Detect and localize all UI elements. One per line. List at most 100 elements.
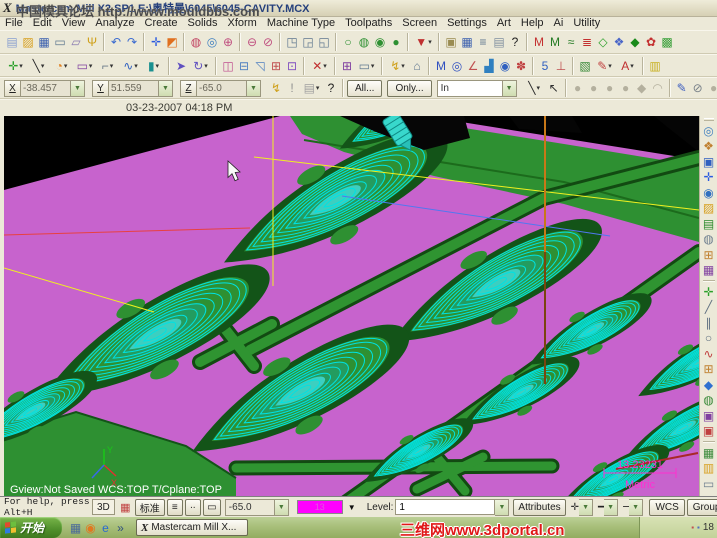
tray-icon-2[interactable]: ▪ [697,523,700,532]
xform-translate-icon[interactable]: ➤ [173,57,189,75]
zoom-previous-icon[interactable]: ⊘ [260,33,276,51]
analyze-chart-icon[interactable]: ▟ [481,57,497,75]
menu-ai[interactable]: Ai [549,17,569,30]
analyze-angle-icon[interactable]: ∠ [465,57,481,75]
run-chook-icon[interactable]: ▣ [443,33,459,51]
pan-icon[interactable]: ✛ [148,33,164,51]
save-icon[interactable]: ▦ [36,33,52,51]
menu-view[interactable]: View [57,17,91,30]
shading-wireframe-icon[interactable]: ○ [340,33,356,51]
analyze-surface-test-icon[interactable]: ✽ [513,57,529,75]
model-canvas[interactable]: Y X Gview:Not Saved WCS:TOP T/Cplane:TOP… [4,116,699,496]
save-some-icon[interactable]: ▦ [459,33,475,51]
create-arc-icon[interactable]: ◔ ▾ [50,57,73,75]
tray-icon-1[interactable]: ▪ [691,523,694,532]
toolpath-wave-icon[interactable]: ≈ [563,33,579,51]
new-file-icon[interactable]: ▤ [4,33,20,51]
zoom-window-icon[interactable]: ◍ [188,33,204,51]
undo-icon[interactable]: ↶ [108,33,124,51]
select-cursor-icon[interactable]: ↖ [546,79,562,97]
level-dropdown-icon[interactable]: ▼ [495,498,510,516]
view-mode-field[interactable]: 3D [92,499,115,515]
utilities-config-icon[interactable]: ⌂ [409,57,425,75]
y-dropdown-icon[interactable]: ▼ [159,79,173,97]
create-letters-icon[interactable]: A ▾ [616,57,639,75]
solid-boolean-icon[interactable]: ▣ [701,424,717,440]
graphics-viewport[interactable]: Y X Gview:Not Saved WCS:TOP T/Cplane:TOP… [4,116,699,496]
screen-combine-icon[interactable]: ▭ ▾ [355,57,378,75]
create-point-icon[interactable]: ✛ ▾ [4,57,27,75]
create-spline-icon[interactable]: ∿ ▾ [119,57,142,75]
sketch-circle-icon[interactable]: ○ [701,331,717,347]
selection-mask-icon[interactable]: ▼ ▾ [412,33,435,51]
z-depth-dropdown-icon[interactable]: ▼ [274,498,289,516]
z-coordinate-field[interactable] [197,79,247,97]
shading-shaded-icon[interactable]: ● [388,33,404,51]
view-window-icon[interactable]: ⊞ [701,247,717,263]
x-coordinate-field[interactable] [21,79,71,97]
more-quick-launch-icon[interactable]: » [113,520,128,536]
menu-help[interactable]: Help [516,17,549,30]
menu-create[interactable]: Create [140,17,183,30]
screen-rect-icon[interactable]: ▭ [202,498,221,516]
create-rectangle-icon[interactable]: ▭ ▾ [73,57,96,75]
origin-points-icon[interactable]: ∙∙ [184,498,201,516]
menu-art[interactable]: Art [492,17,516,30]
print-preview-icon[interactable]: ▱ [68,33,84,51]
menu-edit[interactable]: Edit [28,17,57,30]
title-bar[interactable]: X Mastercam Mill X2 SP1 E:\奥特曼\6045\6045… [0,0,717,17]
xform-rotate-icon[interactable]: ↻ ▾ [189,57,212,75]
y-label-button[interactable]: Y [92,79,109,97]
gview-mouse-1-icon[interactable]: ◳ [284,33,300,51]
gview-mouse-3-icon[interactable]: ◱ [316,33,332,51]
active-color-swatch[interactable]: 13 [296,500,343,514]
analyze-dynamic-icon[interactable]: ◉ [497,57,513,75]
toolbar-grip[interactable] [703,118,714,121]
menu-machine-type[interactable]: Machine Type [262,17,340,30]
create-line-icon[interactable]: ╲ ▾ [27,57,50,75]
toolpath-pocket-icon[interactable]: ◇ [595,33,611,51]
level-manager-icon[interactable]: ▤ [701,216,717,232]
open-level-icon[interactable]: ▨ [701,201,717,217]
media-player-icon[interactable]: ◉ [83,520,98,536]
tool-settings-icon[interactable]: ⊥ [553,57,569,75]
in-selection-field[interactable] [436,79,503,97]
drafting-dimension-icon[interactable]: ✎ ▾ [593,57,616,75]
create-fillet-icon[interactable]: ⌐ ▾ [96,57,119,75]
chain-line-icon[interactable]: ╲ ▾ [523,79,546,97]
sketch-line-icon[interactable]: ╱ [701,300,717,316]
x-label-button[interactable]: X [4,79,21,97]
five-axis-icon[interactable]: 5 [537,57,553,75]
sketch-spline-icon[interactable]: ∿ [701,346,717,362]
toolpath-grid-icon[interactable]: ▦ [701,445,717,461]
xform-offset-icon[interactable]: ⊟ [236,57,252,75]
toolpath-verify-icon[interactable]: ▩ [659,33,675,51]
select-null-icon[interactable]: ⊘ [690,79,706,97]
gview-mouse-2-icon[interactable]: ◲ [300,33,316,51]
surface-net-icon[interactable]: ⊞ [701,362,717,378]
in-dropdown-icon[interactable]: ▼ [502,79,517,97]
fastpoint-icon[interactable]: ↯ [268,79,284,97]
toolpath-drill-icon[interactable]: ≣ [579,33,595,51]
zoom-in-icon[interactable]: ⊕ [220,33,236,51]
create-point-side-icon[interactable]: ✛ [701,284,717,300]
create-solid-primitive-icon[interactable]: ▮ ▾ [142,57,165,75]
trophy-icon[interactable]: Ψ [84,33,100,51]
machine-group-properties-icon[interactable]: ⊞ [339,57,355,75]
zoom-target-icon[interactable]: ◎ [204,33,220,51]
raster-to-vector-icon[interactable]: ▧ [577,57,593,75]
select-only-button[interactable]: Only... [387,79,432,97]
toolpath-flowline-icon[interactable]: ✿ [643,33,659,51]
attributes-button[interactable]: Attributes [513,498,566,516]
menu-toolpaths[interactable]: Toolpaths [340,17,397,30]
redo-icon[interactable]: ↷ [124,33,140,51]
solid-sphere-icon[interactable]: ◍ [701,393,717,409]
internet-explorer-icon[interactable]: e [98,520,113,536]
y-coordinate-field[interactable] [109,79,159,97]
grid-settings-icon[interactable]: ▦ [701,263,717,279]
notes-icon[interactable]: ▤ [491,33,507,51]
zoom-out-icon[interactable]: ⊖ [244,33,260,51]
highlight-toolbar-icon[interactable]: ▥ [647,57,663,75]
analyze-entity-m-icon[interactable]: M [531,33,547,51]
menu-analyze[interactable]: Analyze [90,17,139,30]
